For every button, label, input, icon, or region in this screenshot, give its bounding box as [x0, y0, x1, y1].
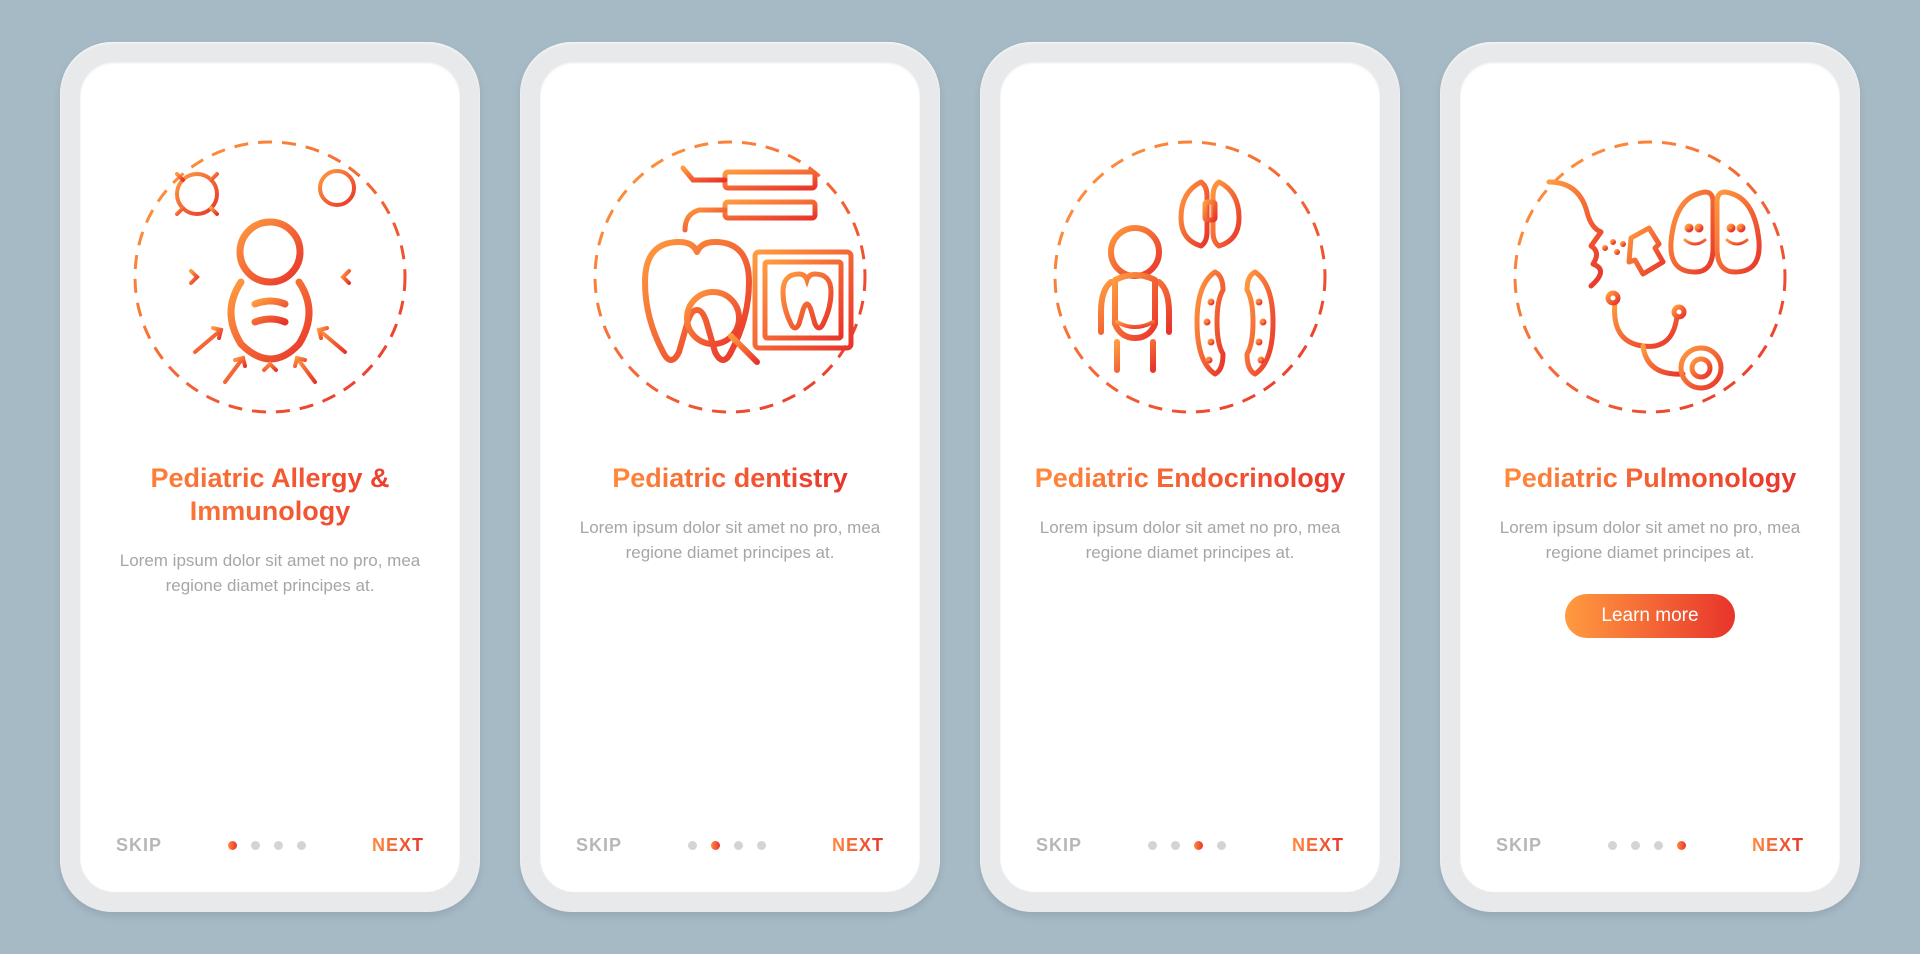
next-button[interactable]: NEXT [1752, 835, 1804, 856]
screen-description: Lorem ipsum dolor sit amet no pro, mea r… [110, 548, 430, 599]
skip-button[interactable]: SKIP [116, 835, 162, 856]
page-dot [757, 841, 766, 850]
skip-button[interactable]: SKIP [1036, 835, 1082, 856]
next-button[interactable]: NEXT [832, 835, 884, 856]
next-button[interactable]: NEXT [372, 835, 424, 856]
screen-title: Pediatric Endocrinology [1035, 462, 1346, 495]
page-dot [711, 841, 720, 850]
screen-description: Lorem ipsum dolor sit amet no pro, mea r… [570, 515, 890, 566]
screen-title: Pediatric dentistry [612, 462, 848, 495]
onboarding-screen: Pediatric Pulmonology Lorem ipsum dolor … [1460, 62, 1840, 892]
phone-frame: Pediatric Allergy & Immunology Lorem ips… [60, 42, 480, 912]
pulmonology-icon [1505, 132, 1795, 422]
page-dot [228, 841, 237, 850]
page-dot [1171, 841, 1180, 850]
phone-frame: Pediatric dentistry Lorem ipsum dolor si… [520, 42, 940, 912]
page-dot [688, 841, 697, 850]
page-dot [1677, 841, 1686, 850]
onboarding-nav: SKIP NEXT [1490, 835, 1810, 856]
onboarding-stage: Pediatric Allergy & Immunology Lorem ips… [60, 42, 1860, 912]
page-dot [274, 841, 283, 850]
onboarding-nav: SKIP NEXT [110, 835, 430, 856]
page-indicator [1148, 841, 1226, 850]
allergy-immunology-icon [125, 132, 415, 422]
onboarding-screen: Pediatric Endocrinology Lorem ipsum dolo… [1000, 62, 1380, 892]
page-indicator [688, 841, 766, 850]
onboarding-screen: Pediatric Allergy & Immunology Lorem ips… [80, 62, 460, 892]
page-dot [1654, 841, 1663, 850]
page-dot [734, 841, 743, 850]
page-dot [297, 841, 306, 850]
dentistry-icon [585, 132, 875, 422]
page-dot [251, 841, 260, 850]
page-dot [1194, 841, 1203, 850]
screen-title: Pediatric Allergy & Immunology [110, 462, 430, 528]
page-dot [1148, 841, 1157, 850]
page-indicator [1608, 841, 1686, 850]
page-indicator [228, 841, 306, 850]
screen-description: Lorem ipsum dolor sit amet no pro, mea r… [1030, 515, 1350, 566]
page-dot [1608, 841, 1617, 850]
skip-button[interactable]: SKIP [576, 835, 622, 856]
page-dot [1217, 841, 1226, 850]
skip-button[interactable]: SKIP [1496, 835, 1542, 856]
onboarding-nav: SKIP NEXT [1030, 835, 1350, 856]
phone-frame: Pediatric Endocrinology Lorem ipsum dolo… [980, 42, 1400, 912]
screen-title: Pediatric Pulmonology [1504, 462, 1797, 495]
screen-description: Lorem ipsum dolor sit amet no pro, mea r… [1490, 515, 1810, 566]
endocrinology-icon [1045, 132, 1335, 422]
onboarding-screen: Pediatric dentistry Lorem ipsum dolor si… [540, 62, 920, 892]
next-button[interactable]: NEXT [1292, 835, 1344, 856]
phone-frame: Pediatric Pulmonology Lorem ipsum dolor … [1440, 42, 1860, 912]
onboarding-nav: SKIP NEXT [570, 835, 890, 856]
learn-more-button[interactable]: Learn more [1565, 594, 1734, 638]
page-dot [1631, 841, 1640, 850]
